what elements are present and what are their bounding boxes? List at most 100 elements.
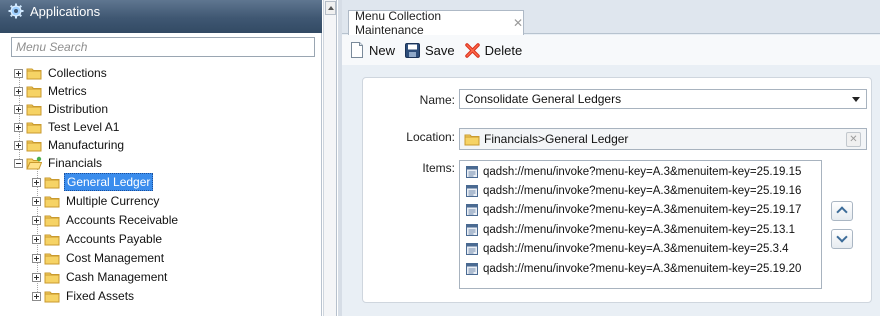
scroll-up-button[interactable] [325, 1, 336, 15]
gear-icon [8, 3, 24, 19]
applications-panel: Applications Collections Metrics Distrib… [0, 0, 322, 316]
expand-icon[interactable] [14, 104, 23, 114]
dropdown-arrow-icon[interactable] [852, 97, 860, 102]
folder-icon [44, 272, 60, 284]
name-label: Name: [419, 93, 455, 107]
save-button[interactable]: Save [405, 42, 455, 58]
menu-tree: Collections Metrics Distribution Test Le… [0, 62, 322, 316]
clear-location-icon[interactable]: ✕ [846, 132, 861, 147]
item-text: qadsh://menu/invoke?menu-key=A.3&menuite… [483, 165, 802, 178]
tree-node-accounts-payable[interactable]: Accounts Payable [32, 230, 164, 248]
folder-icon [44, 253, 60, 265]
menu-item-icon [466, 204, 478, 217]
tab-label: Menu Collection Maintenance [355, 9, 442, 37]
tree-node-label: Cost Management [66, 251, 165, 265]
delete-button[interactable]: Delete [464, 42, 523, 58]
folder-icon [26, 86, 42, 98]
folder-icon [44, 234, 60, 246]
expand-icon[interactable] [14, 68, 23, 78]
menu-search-input[interactable] [12, 38, 314, 56]
tree-scrollbar[interactable] [323, 0, 337, 316]
tree-node-label: Distribution [48, 102, 109, 116]
move-down-button[interactable] [831, 229, 853, 249]
panel-title: Applications [30, 4, 101, 19]
expand-icon[interactable] [14, 122, 23, 132]
menu-search-field[interactable] [11, 37, 315, 57]
location-field[interactable]: Financials>General Ledger ✕ [459, 128, 867, 150]
save-button-label: Save [425, 42, 455, 58]
new-button[interactable]: New [350, 42, 395, 58]
menu-item-icon [466, 185, 478, 198]
tree-node-manufacturing[interactable]: Manufacturing [14, 136, 126, 154]
tree-node-financials[interactable]: Financials [14, 154, 104, 172]
item-text: qadsh://menu/invoke?menu-key=A.3&menuite… [483, 204, 802, 217]
expand-icon[interactable] [32, 272, 41, 282]
tree-node-label: Metrics [48, 84, 87, 98]
tree-node-multiple-currency[interactable]: Multiple Currency [32, 192, 161, 210]
expand-icon[interactable] [32, 215, 41, 225]
tree-node-cost-management[interactable]: Cost Management [32, 249, 166, 267]
folder-icon [44, 291, 60, 303]
delete-button-label: Delete [484, 42, 523, 58]
tree-node-fixed-assets[interactable]: Fixed Assets [32, 287, 136, 305]
tree-node-label: Multiple Currency [66, 194, 160, 208]
expand-icon[interactable] [32, 253, 41, 263]
tree-node-label: Test Level A1 [48, 120, 120, 134]
folder-icon [26, 68, 42, 80]
list-item[interactable]: qadsh://menu/invoke?menu-key=A.3&menuite… [460, 162, 821, 181]
tree-node-label: Collections [48, 66, 107, 80]
items-list[interactable]: qadsh://menu/invoke?menu-key=A.3&menuite… [459, 160, 822, 289]
save-disk-icon [405, 42, 421, 58]
folder-icon [464, 134, 480, 146]
tab-bar: Menu Collection Maintenance ✕ [342, 0, 880, 37]
tree-node-label: Accounts Receivable [66, 213, 179, 227]
tree-node-test-level-a1[interactable]: Test Level A1 [14, 118, 121, 136]
close-icon[interactable]: ✕ [513, 16, 523, 30]
tree-node-label: Financials [48, 156, 103, 170]
tree-node-label: Cash Management [66, 270, 168, 284]
tree-node-distribution[interactable]: Distribution [14, 100, 110, 118]
expand-icon[interactable] [32, 196, 41, 206]
expand-icon[interactable] [14, 140, 23, 150]
tree-node-cash-management[interactable]: Cash Management [32, 268, 169, 286]
menu-item-icon [466, 262, 478, 275]
folder-icon [44, 177, 60, 189]
expand-icon[interactable] [32, 234, 41, 244]
list-item[interactable]: qadsh://menu/invoke?menu-key=A.3&menuite… [460, 220, 821, 239]
tree-node-accounts-receivable[interactable]: Accounts Receivable [32, 211, 180, 229]
list-item[interactable]: qadsh://menu/invoke?menu-key=A.3&menuite… [460, 181, 821, 200]
folder-icon [26, 104, 42, 116]
tree-node-label: General Ledger [64, 173, 154, 191]
expand-icon[interactable] [14, 86, 23, 96]
new-button-label: New [369, 42, 396, 58]
delete-x-icon [464, 42, 480, 58]
items-label: Items: [422, 161, 455, 175]
item-text: qadsh://menu/invoke?menu-key=A.3&menuite… [483, 243, 789, 256]
content-panel: Menu Collection Maintenance ✕ New Save D… [342, 0, 880, 316]
expand-icon[interactable] [32, 177, 41, 187]
toolbar: New Save Delete [342, 35, 880, 65]
menu-collection-form: Name: Consolidate General Ledgers Locati… [362, 77, 872, 303]
tree-node-metrics[interactable]: Metrics [14, 82, 89, 100]
location-value: Financials>General Ledger [484, 132, 629, 146]
move-up-button[interactable] [831, 201, 853, 221]
list-item[interactable]: qadsh://menu/invoke?menu-key=A.3&menuite… [460, 259, 821, 278]
tree-node-collections[interactable]: Collections [14, 64, 109, 82]
collapse-icon[interactable] [14, 158, 23, 168]
tree-node-general-ledger[interactable]: General Ledger [32, 173, 154, 191]
folder-icon [44, 196, 60, 208]
tree-node-label: Fixed Assets [66, 289, 135, 303]
expand-icon[interactable] [32, 291, 41, 301]
list-item[interactable]: qadsh://menu/invoke?menu-key=A.3&menuite… [460, 201, 821, 220]
menu-item-icon [466, 243, 478, 256]
menu-item-icon [466, 165, 478, 178]
tab-menu-collection-maintenance[interactable]: Menu Collection Maintenance ✕ [348, 9, 524, 37]
applications-header: Applications [0, 0, 322, 33]
item-text: qadsh://menu/invoke?menu-key=A.3&menuite… [483, 223, 795, 236]
menu-item-icon [466, 223, 478, 236]
name-value: Consolidate General Ledgers [465, 92, 622, 106]
item-text: qadsh://menu/invoke?menu-key=A.3&menuite… [483, 185, 802, 198]
folder-icon [26, 140, 42, 152]
name-combobox[interactable]: Consolidate General Ledgers [459, 89, 867, 109]
list-item[interactable]: qadsh://menu/invoke?menu-key=A.3&menuite… [460, 240, 821, 259]
